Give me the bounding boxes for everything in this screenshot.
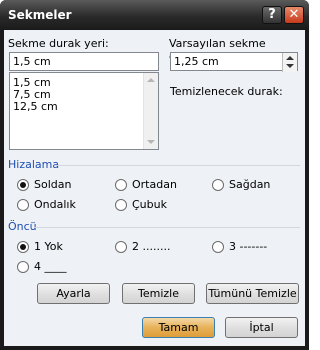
spin-down-icon[interactable]: [286, 64, 294, 68]
leader-none-radio[interactable]: [17, 241, 29, 253]
alignment-decimal-radio[interactable]: [17, 199, 29, 211]
clear-button[interactable]: Temizle: [122, 283, 195, 304]
spin-up-icon[interactable]: [286, 56, 294, 60]
close-button[interactable]: ✕: [284, 6, 304, 24]
alignment-divider: [56, 165, 300, 166]
scroll-up-icon[interactable]: [147, 78, 155, 82]
alignment-decimal-label[interactable]: Ondalık: [34, 198, 76, 211]
window-title: Sekmeler: [8, 8, 72, 22]
leader-dashes-radio[interactable]: [212, 241, 224, 253]
clear-stop-label: Temizlenecek durak:: [170, 85, 283, 98]
alignment-center-label[interactable]: Ortadan: [132, 178, 177, 191]
leader-dots-label[interactable]: 2 ........: [132, 240, 170, 253]
scroll-down-icon[interactable]: [147, 140, 155, 144]
leader-none-label[interactable]: 1 Yok: [34, 240, 63, 253]
leader-underline-label[interactable]: 4 ____: [34, 260, 67, 273]
set-button[interactable]: Ayarla: [37, 283, 110, 304]
help-button[interactable]: ?: [262, 6, 282, 24]
alignment-bar-label[interactable]: Çubuk: [132, 198, 167, 211]
default-tabs-value: 1,25 cm: [174, 55, 219, 68]
leader-underline-radio[interactable]: [17, 261, 29, 273]
default-tabs-input[interactable]: 1,25 cm: [170, 52, 298, 72]
alignment-left-label[interactable]: Soldan: [34, 178, 71, 191]
ok-button[interactable]: Tamam: [142, 317, 215, 338]
clear-all-button[interactable]: Tümünü Temizle: [206, 283, 299, 304]
cancel-button[interactable]: İptal: [225, 317, 298, 338]
tabs-dialog: Sekmeler ? ✕ Sekme durak yeri: 1,5 cm 1,…: [0, 0, 309, 350]
leader-dots-radio[interactable]: [115, 241, 127, 253]
alignment-right-radio[interactable]: [212, 179, 224, 191]
leader-divider: [34, 227, 300, 228]
dialog-body: Sekme durak yeri: 1,5 cm 1,5 cm 7,5 cm 1…: [4, 30, 305, 346]
list-scrollbar[interactable]: [143, 73, 158, 149]
alignment-center-radio[interactable]: [115, 179, 127, 191]
title-bar: Sekmeler ? ✕: [0, 0, 309, 30]
tab-stop-label: Sekme durak yeri:: [8, 37, 109, 50]
alignment-left-radio[interactable]: [17, 179, 29, 191]
leader-dashes-label[interactable]: 3 -------: [229, 240, 267, 253]
default-tabs-spinner[interactable]: [282, 53, 297, 72]
alignment-right-label[interactable]: Sağdan: [229, 178, 270, 191]
tab-stop-list[interactable]: 1,5 cm 7,5 cm 12,5 cm: [9, 72, 159, 150]
tab-stop-input[interactable]: 1,5 cm: [9, 52, 159, 71]
list-item[interactable]: 12,5 cm: [13, 100, 58, 113]
leader-label: Öncü: [8, 220, 37, 233]
alignment-label: Hizalama: [8, 158, 60, 171]
alignment-bar-radio[interactable]: [115, 199, 127, 211]
